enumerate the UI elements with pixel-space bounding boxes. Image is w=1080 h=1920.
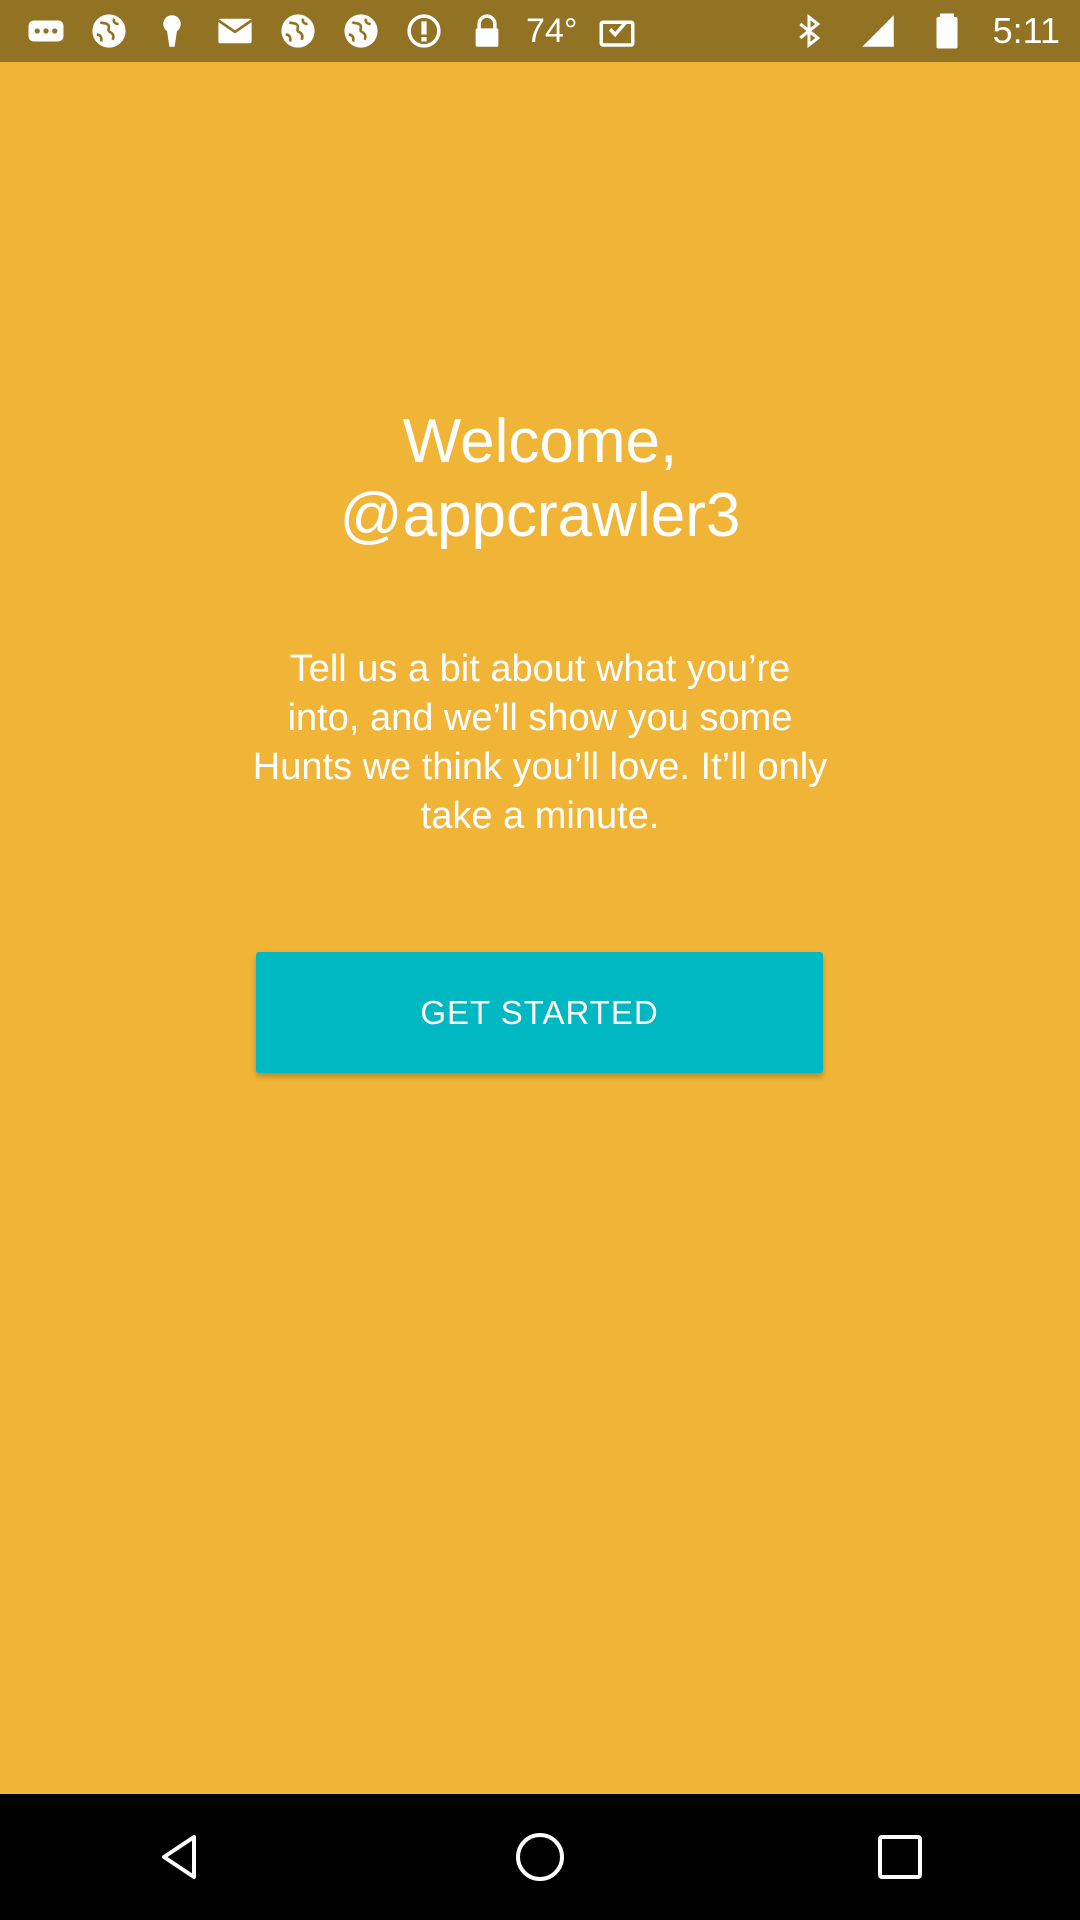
mail-icon — [211, 8, 258, 55]
recents-button[interactable] — [840, 1797, 960, 1917]
status-bar: 74° 5:11 — [0, 0, 1080, 62]
inbox-icon — [593, 8, 640, 55]
globe-icon — [85, 8, 132, 55]
bluetooth-icon — [786, 8, 833, 55]
system-nav-bar — [0, 1794, 1080, 1920]
home-button[interactable] — [480, 1797, 600, 1917]
status-bar-left: 74° — [22, 8, 640, 55]
welcome-heading: Welcome, @appcrawler3 — [0, 405, 1080, 553]
lock-icon — [463, 8, 510, 55]
temperature-text: 74° — [526, 11, 578, 50]
username: @appcrawler3 — [339, 481, 741, 550]
signal-icon — [855, 8, 902, 55]
status-bar-right: 5:11 — [786, 8, 1060, 55]
recents-icon — [878, 1835, 922, 1879]
clock: 5:11 — [992, 10, 1060, 51]
back-icon — [162, 1835, 196, 1879]
back-button[interactable] — [120, 1797, 240, 1917]
globe-icon — [337, 8, 384, 55]
more-notifications-icon — [22, 8, 69, 55]
keyhole-icon — [148, 8, 195, 55]
welcome-line: Welcome, — [402, 407, 678, 476]
alert-icon — [400, 8, 447, 55]
globe-icon — [274, 8, 321, 55]
onboarding-screen: 74° 5:11 Welcome, @appcrawler3 Tell us a… — [0, 0, 1080, 1920]
battery-icon — [924, 8, 971, 55]
home-icon — [516, 1833, 564, 1881]
onboarding-description: Tell us a bit about what you’re into, an… — [252, 648, 828, 837]
get-started-button[interactable]: GET STARTED — [256, 952, 823, 1073]
